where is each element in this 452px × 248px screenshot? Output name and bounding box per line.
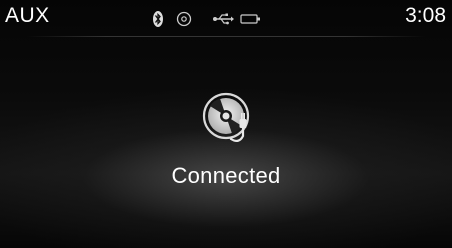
status-bar: AUX 3:08 xyxy=(0,0,452,38)
disc-icon xyxy=(176,11,192,27)
clock: 3:08 xyxy=(405,4,446,27)
bluetooth-icon xyxy=(153,11,163,27)
connection-status-text: Connected xyxy=(171,163,281,188)
status-divider xyxy=(26,36,426,37)
battery-icon xyxy=(240,14,260,24)
source-label: AUX xyxy=(5,4,50,27)
usb-icon xyxy=(213,13,234,25)
aux-disc-cable-icon xyxy=(202,92,250,143)
status-icons xyxy=(152,9,262,29)
aux-screen: AUX 3:08 Connected xyxy=(0,0,452,248)
